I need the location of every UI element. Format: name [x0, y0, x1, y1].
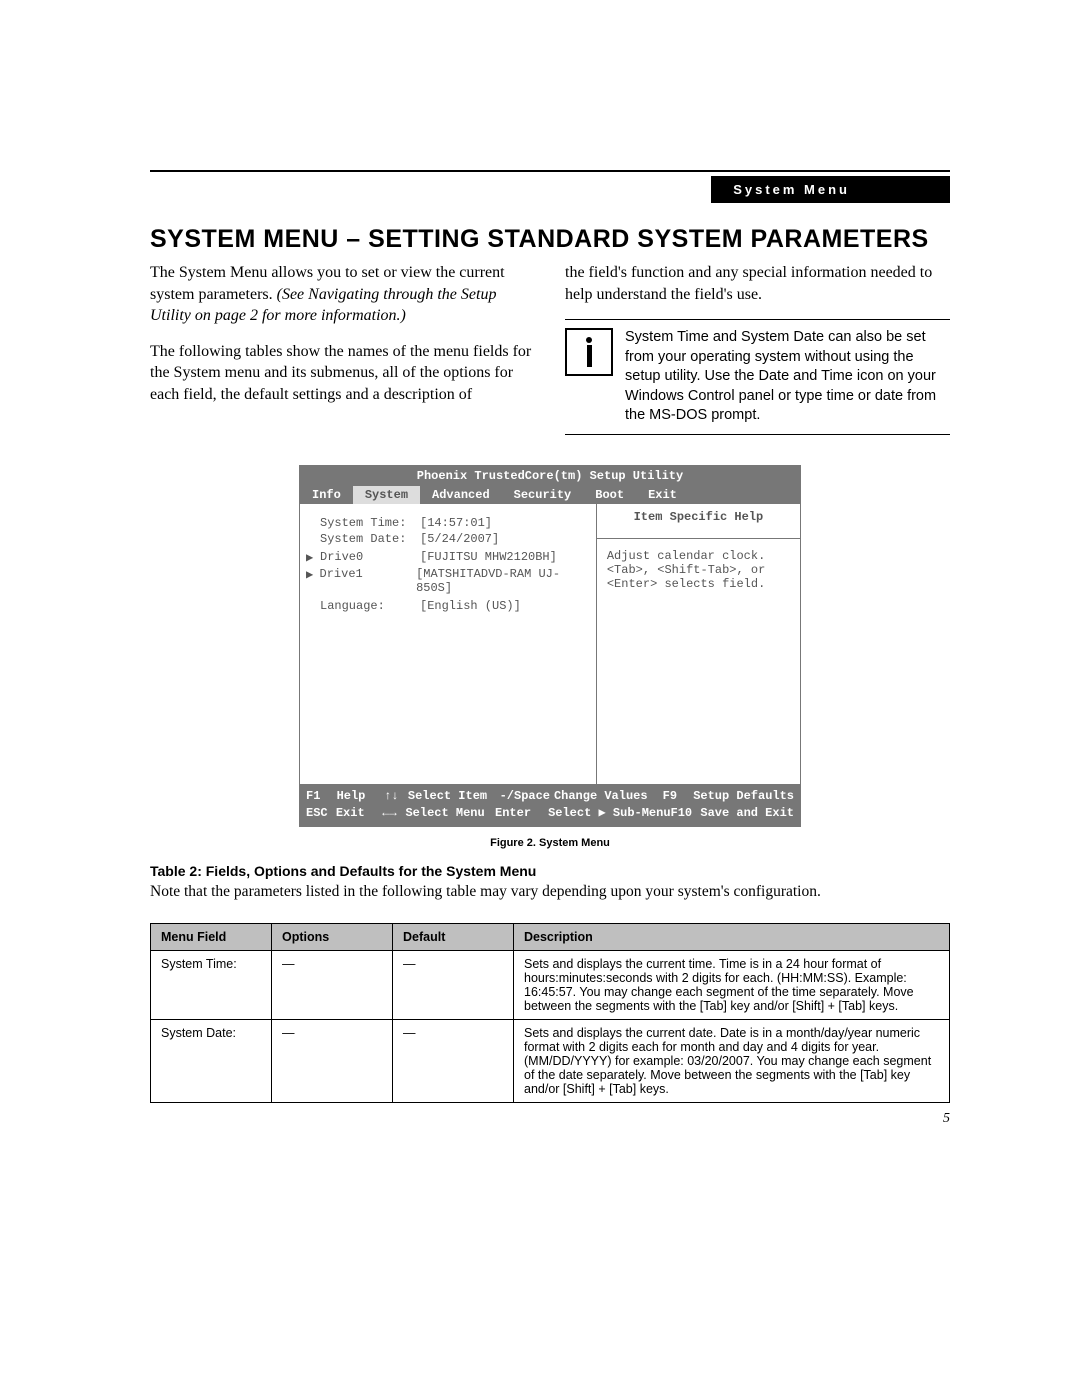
bios-body: System Time:[14:57:01] System Date:[5/24…	[300, 504, 800, 784]
bios-footer-label: Exit	[336, 805, 382, 822]
bios-footer: F1 Help ↑↓ Select Item -/Space Change Va…	[300, 784, 800, 826]
left-col-p1: The System Menu allows you to set or vie…	[150, 262, 535, 327]
bios-footer-action: Select ▶ Sub-Menu	[548, 805, 670, 822]
cell-default: —	[393, 1019, 514, 1102]
bios-menu-advanced: Advanced	[420, 486, 502, 504]
bios-footer-action: Select Menu	[405, 805, 495, 822]
leftright-arrows-icon: ←→	[382, 805, 405, 822]
info-callout: System Time and System Date can also be …	[565, 319, 950, 435]
bios-menu-security: Security	[502, 486, 584, 504]
figure-caption: Figure 2. System Menu	[150, 837, 950, 849]
bios-help-line: Adjust calendar clock.	[607, 549, 790, 563]
fields-table: Menu Field Options Default Description S…	[150, 923, 950, 1103]
bios-row-value: [14:57:01]	[420, 516, 492, 530]
bios-menu-boot: Boot	[583, 486, 636, 504]
cell-desc: Sets and displays the current date. Date…	[514, 1019, 950, 1102]
table-note: Note that the parameters listed in the f…	[150, 883, 950, 901]
header-tab-row: System Menu	[150, 176, 950, 203]
bios-row-tri	[306, 532, 320, 546]
bios-row-value: [English (US)]	[420, 599, 521, 613]
table-row: System Date: — — Sets and displays the c…	[151, 1019, 950, 1102]
cell-menu: System Time:	[151, 950, 272, 1019]
bios-row-label: Drive0	[320, 550, 420, 565]
bios-footer-key: F9	[663, 788, 694, 805]
bios-footer-action: Save and Exit	[700, 805, 794, 822]
bios-footer-key: Enter	[495, 805, 548, 822]
bios-help-line: <Tab>, <Shift-Tab>, or	[607, 563, 790, 577]
table-title: Table 2: Fields, Options and Defaults fo…	[150, 863, 950, 879]
bios-help-line: <Enter> selects field.	[607, 577, 790, 591]
bios-menu-system: System	[353, 486, 420, 504]
bios-menu-info: Info	[300, 486, 353, 504]
bios-footer-action: Setup Defaults	[693, 788, 794, 805]
bios-row-label: System Date:	[320, 532, 420, 546]
page-number: 5	[150, 1111, 950, 1127]
right-col-p1: the field's function and any special inf…	[565, 262, 950, 305]
bios-help-title: Item Specific Help	[597, 504, 800, 539]
th-default: Default	[393, 923, 514, 950]
bios-help-pane: Item Specific Help Adjust calendar clock…	[597, 504, 800, 784]
cell-options: —	[272, 1019, 393, 1102]
updown-arrows-icon: ↑↓	[384, 788, 408, 805]
bios-row-label: System Time:	[320, 516, 420, 530]
bios-row-tri	[306, 516, 320, 530]
bios-row-tri	[306, 599, 320, 613]
left-column: The System Menu allows you to set or vie…	[150, 262, 535, 435]
header-tab: System Menu	[711, 176, 950, 203]
header-rule	[150, 170, 950, 172]
cell-menu: System Date:	[151, 1019, 272, 1102]
bios-footer-label: Help	[337, 788, 385, 805]
bios-footer-key: ESC	[306, 805, 336, 822]
bios-title: Phoenix TrustedCore(tm) Setup Utility	[300, 466, 800, 486]
cell-default: —	[393, 950, 514, 1019]
bios-menu-exit: Exit	[636, 486, 689, 504]
bios-row-value: [5/24/2007]	[420, 532, 499, 546]
bios-footer-action: Select Item	[408, 788, 500, 805]
info-callout-text: System Time and System Date can also be …	[625, 328, 950, 426]
info-icon	[565, 328, 613, 376]
th-options: Options	[272, 923, 393, 950]
submenu-triangle-icon: ▶	[306, 550, 320, 565]
bios-screenshot: Phoenix TrustedCore(tm) Setup Utility In…	[299, 465, 801, 827]
bios-footer-key: F1	[306, 788, 337, 805]
bios-row-value: [MATSHITADVD-RAM UJ-850S]	[416, 567, 590, 595]
left-col-p2: The following tables show the names of t…	[150, 341, 535, 406]
table-row: System Time: — — Sets and displays the c…	[151, 950, 950, 1019]
bios-footer-key: F10	[671, 805, 701, 822]
th-description: Description	[514, 923, 950, 950]
submenu-triangle-icon: ▶	[306, 567, 320, 595]
bios-row-label: Drive1	[320, 567, 417, 595]
bios-row-label: Language:	[320, 599, 420, 613]
right-column: the field's function and any special inf…	[565, 262, 950, 435]
bios-menubar: Info System Advanced Security Boot Exit	[300, 486, 800, 504]
document-page: System Menu SYSTEM MENU – SETTING STANDA…	[0, 0, 1080, 1397]
bios-footer-action: Change Values	[554, 788, 663, 805]
intro-columns: The System Menu allows you to set or vie…	[150, 262, 950, 435]
cell-options: —	[272, 950, 393, 1019]
bios-footer-key: -/Space	[500, 788, 554, 805]
cell-desc: Sets and displays the current time. Time…	[514, 950, 950, 1019]
page-title: SYSTEM MENU – SETTING STANDARD SYSTEM PA…	[150, 225, 950, 254]
th-menu-field: Menu Field	[151, 923, 272, 950]
bios-left-pane: System Time:[14:57:01] System Date:[5/24…	[300, 504, 597, 784]
bios-row-value: [FUJITSU MHW2120BH]	[420, 550, 557, 565]
